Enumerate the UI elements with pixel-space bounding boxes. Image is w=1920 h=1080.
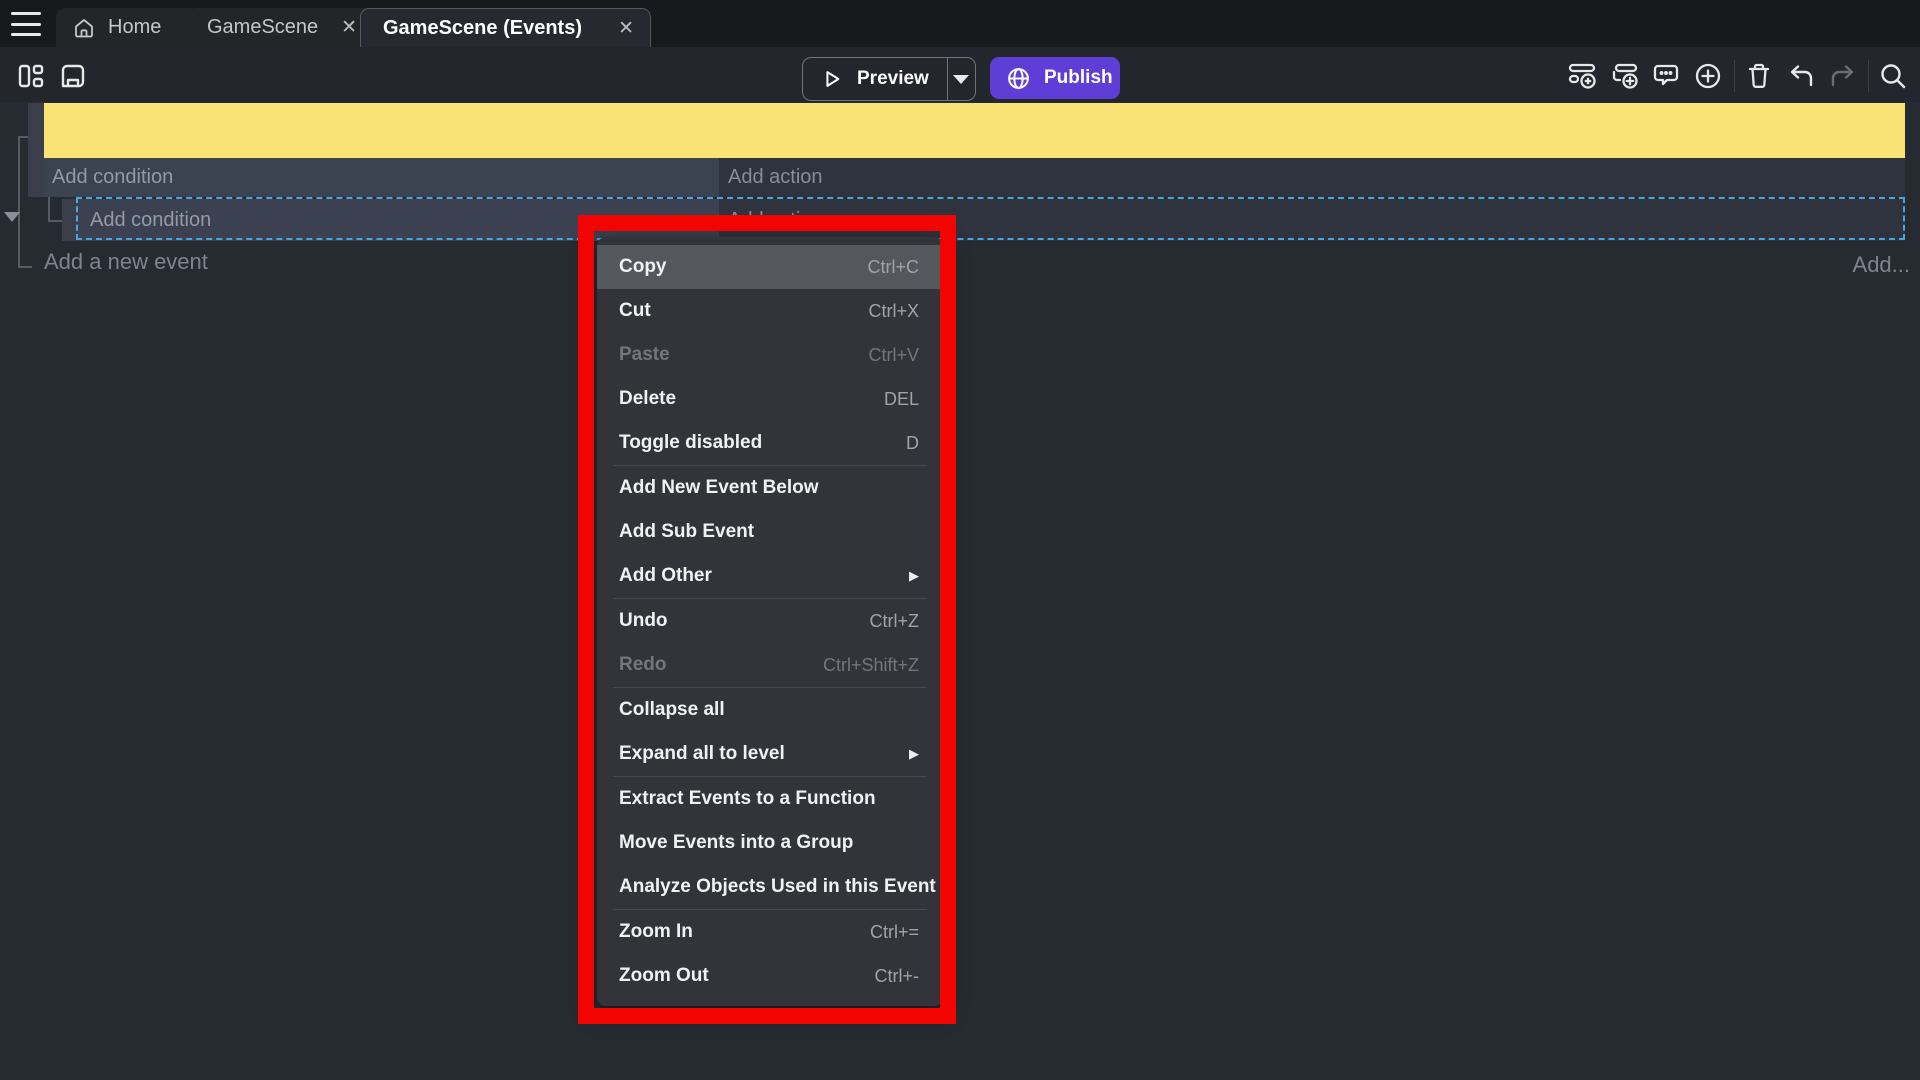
divider bbox=[1868, 60, 1869, 92]
menu-item-shortcut: Ctrl+Shift+Z bbox=[823, 655, 919, 676]
menu-item-expand-all-to-level[interactable]: Expand all to level ▶ bbox=[597, 732, 943, 776]
menu-item-zoom-in[interactable]: Zoom In Ctrl+= bbox=[597, 910, 943, 954]
menu-item-label: Zoom In bbox=[619, 921, 693, 943]
add-comment-icon[interactable] bbox=[1651, 61, 1681, 91]
tab-home-label: Home bbox=[108, 16, 161, 39]
add-action-button[interactable]: Add action bbox=[719, 158, 1905, 197]
comment-event[interactable] bbox=[44, 103, 1905, 158]
add-condition-button[interactable]: Add condition bbox=[44, 158, 719, 197]
add-condition-button-sub[interactable]: Add condition bbox=[77, 199, 719, 241]
tree-line bbox=[18, 266, 32, 268]
menu-item-shortcut: D bbox=[906, 433, 919, 454]
menu-item-shortcut: Ctrl+Z bbox=[870, 611, 920, 632]
context-menu: Copy Ctrl+C Cut Ctrl+X Paste Ctrl+V Dele… bbox=[597, 237, 943, 1006]
add-action-button-sub[interactable]: Add action bbox=[719, 199, 1905, 241]
menu-item-analyze-objects[interactable]: Analyze Objects Used in this Event bbox=[597, 865, 943, 909]
menu-item-label: Cut bbox=[619, 300, 651, 322]
publish-button[interactable]: Publish bbox=[990, 57, 1120, 99]
redo-icon[interactable] bbox=[1828, 61, 1858, 91]
submenu-arrow-icon: ▶ bbox=[909, 746, 919, 762]
preview-button[interactable]: Preview bbox=[802, 57, 976, 101]
menu-item-copy[interactable]: Copy Ctrl+C bbox=[597, 245, 943, 289]
menu-item-add-other[interactable]: Add Other ▶ bbox=[597, 554, 943, 598]
menu-item-toggle-disabled[interactable]: Toggle disabled D bbox=[597, 421, 943, 465]
preview-label: Preview bbox=[857, 68, 929, 90]
menu-item-shortcut: Ctrl+V bbox=[868, 345, 919, 366]
menu-item-add-new-event-below[interactable]: Add New Event Below bbox=[597, 466, 943, 510]
menu-item-zoom-out[interactable]: Zoom Out Ctrl+- bbox=[597, 954, 943, 998]
menu-item-paste[interactable]: Paste Ctrl+V bbox=[597, 333, 943, 377]
search-icon[interactable] bbox=[1878, 61, 1908, 91]
add-circle-icon[interactable] bbox=[1693, 61, 1723, 91]
close-icon[interactable]: ✕ bbox=[618, 19, 634, 38]
add-ellipsis-button[interactable]: Add... bbox=[1853, 252, 1910, 278]
menu-item-label: Redo bbox=[619, 654, 667, 676]
menu-item-redo[interactable]: Redo Ctrl+Shift+Z bbox=[597, 643, 943, 687]
tab-gamescene[interactable]: GameScene ✕ bbox=[187, 8, 373, 47]
menu-item-shortcut: Ctrl+C bbox=[867, 257, 919, 278]
menu-item-label: Add Sub Event bbox=[619, 521, 754, 543]
menu-item-undo[interactable]: Undo Ctrl+Z bbox=[597, 599, 943, 643]
menu-item-shortcut: Ctrl+X bbox=[868, 301, 919, 322]
add-sub-event-icon[interactable] bbox=[1610, 61, 1640, 91]
menu-item-label: Zoom Out bbox=[619, 965, 709, 987]
undo-icon[interactable] bbox=[1786, 61, 1816, 91]
close-icon[interactable]: ✕ bbox=[341, 18, 357, 37]
menu-item-label: Collapse all bbox=[619, 699, 725, 721]
tree-line bbox=[18, 136, 20, 268]
add-event-icon[interactable] bbox=[1568, 61, 1598, 91]
menu-item-label: Undo bbox=[619, 610, 668, 632]
menu-item-label: Add New Event Below bbox=[619, 477, 819, 499]
menu-item-shortcut: Ctrl+- bbox=[875, 966, 920, 987]
menu-item-label: Add Other bbox=[619, 565, 712, 587]
tab-bar: Home GameScene ✕ GameScene (Events) ✕ bbox=[0, 0, 1920, 47]
events-toolbar: Preview Publish bbox=[0, 47, 1920, 102]
tree-line bbox=[48, 220, 62, 222]
tree-line bbox=[48, 196, 50, 220]
tab-gamescene-events[interactable]: GameScene (Events) ✕ bbox=[360, 8, 651, 48]
menu-item-delete[interactable]: Delete DEL bbox=[597, 377, 943, 421]
menu-item-label: Analyze Objects Used in this Event bbox=[619, 876, 936, 898]
menu-item-shortcut: Ctrl+= bbox=[870, 922, 919, 943]
events-sheet: Add condition Add action Add condition A… bbox=[0, 102, 1920, 1080]
menu-item-label: Toggle disabled bbox=[619, 432, 762, 454]
menu-item-label: Paste bbox=[619, 344, 670, 366]
tab-gamescene-events-label: GameScene (Events) bbox=[383, 17, 582, 40]
menu-item-label: Copy bbox=[619, 256, 667, 278]
menu-item-label: Extract Events to a Function bbox=[619, 788, 876, 810]
divider bbox=[1734, 60, 1735, 92]
event-drag-handle[interactable] bbox=[28, 103, 44, 197]
menu-item-collapse-all[interactable]: Collapse all bbox=[597, 688, 943, 732]
menu-item-move-events-into-group[interactable]: Move Events into a Group bbox=[597, 821, 943, 865]
delete-icon[interactable] bbox=[1744, 61, 1774, 91]
submenu-arrow-icon: ▶ bbox=[909, 568, 919, 584]
menu-item-cut[interactable]: Cut Ctrl+X bbox=[597, 289, 943, 333]
menu-item-add-sub-event[interactable]: Add Sub Event bbox=[597, 510, 943, 554]
home-icon bbox=[72, 16, 96, 40]
menu-item-label: Delete bbox=[619, 388, 676, 410]
panels-icon[interactable] bbox=[16, 61, 46, 91]
sub-event-drag-handle[interactable] bbox=[62, 199, 77, 241]
globe-icon bbox=[1006, 66, 1031, 91]
chevron-down-icon bbox=[953, 75, 969, 84]
save-icon[interactable] bbox=[58, 61, 88, 91]
menu-item-label: Expand all to level bbox=[619, 743, 785, 765]
publish-label: Publish bbox=[1044, 67, 1113, 89]
collapse-event-arrow[interactable] bbox=[4, 212, 20, 222]
menu-item-shortcut: DEL bbox=[884, 389, 919, 410]
play-icon bbox=[821, 68, 843, 90]
main-menu-icon[interactable] bbox=[11, 12, 41, 36]
tab-home[interactable]: Home bbox=[56, 8, 198, 47]
preview-dropdown-button[interactable] bbox=[948, 75, 975, 84]
menu-item-extract-events-to-function[interactable]: Extract Events to a Function bbox=[597, 777, 943, 821]
menu-item-label: Move Events into a Group bbox=[619, 832, 853, 854]
tab-gamescene-label: GameScene bbox=[207, 16, 318, 39]
add-new-event-button[interactable]: Add a new event bbox=[44, 249, 208, 275]
